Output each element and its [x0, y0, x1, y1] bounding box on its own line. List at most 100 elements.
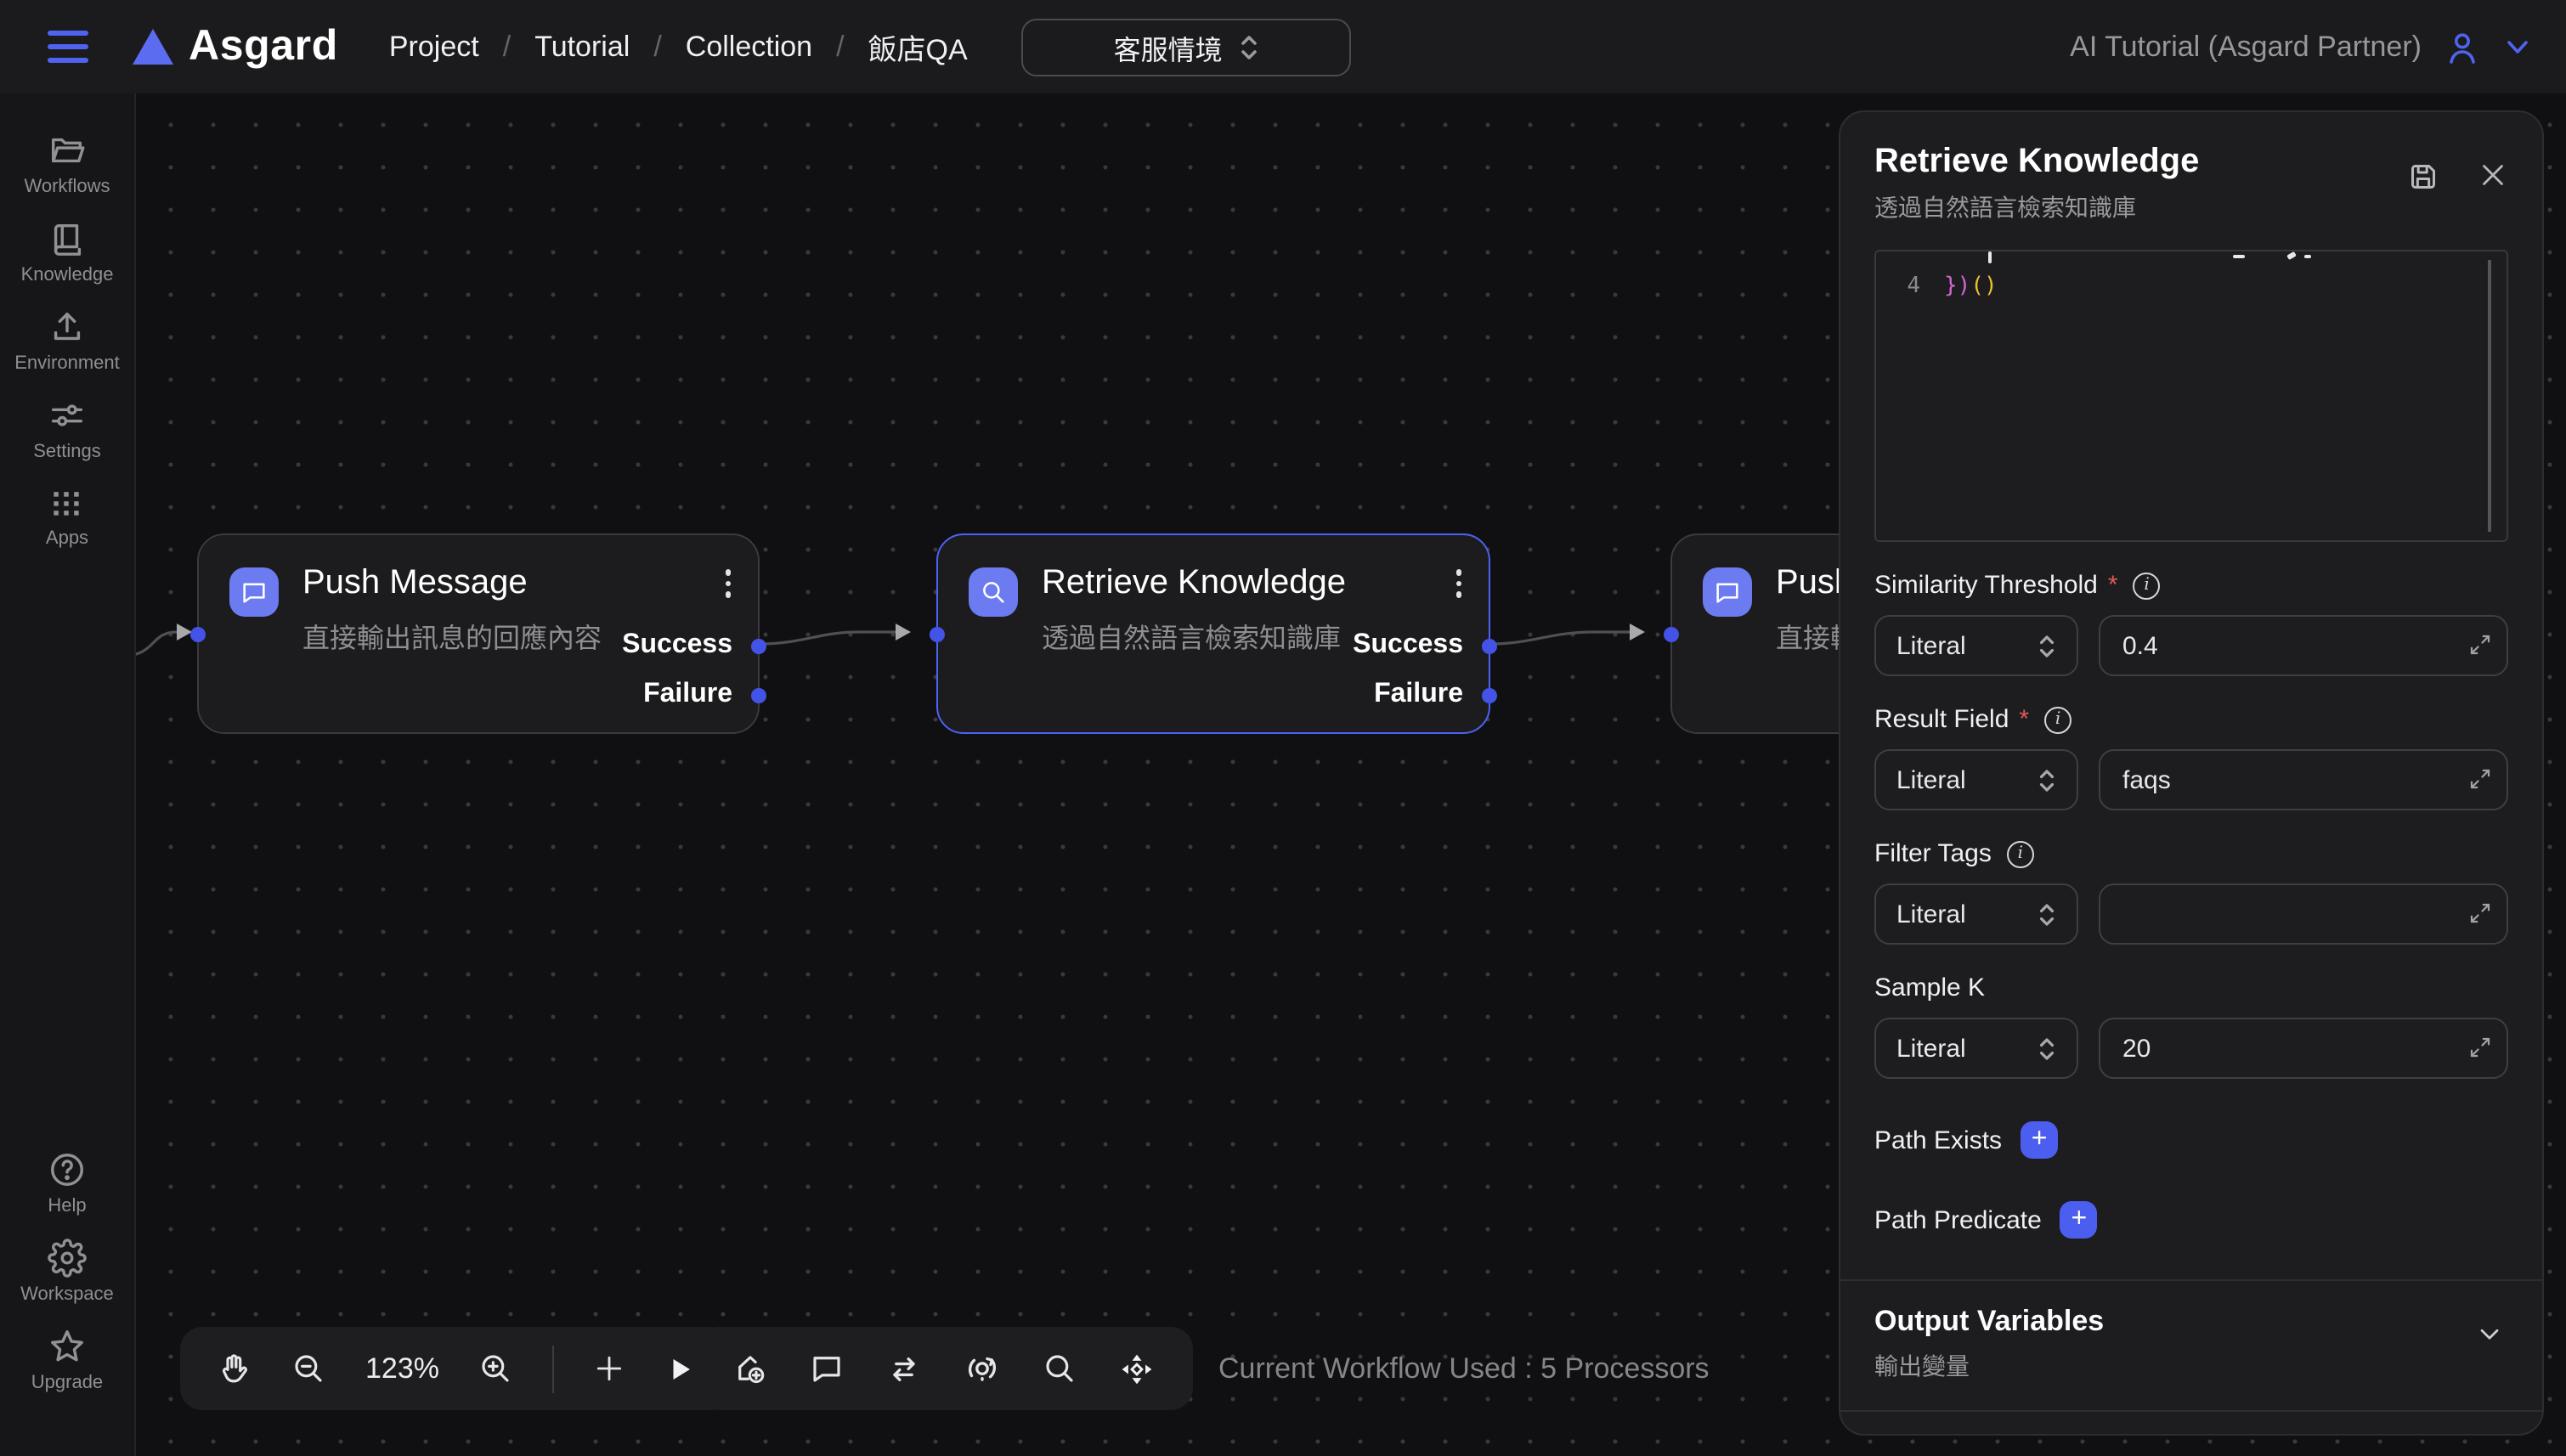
breadcrumb-current: 飯店QA — [868, 25, 968, 68]
sidebar-label: Settings — [33, 442, 101, 462]
info-icon[interactable]: i — [2044, 706, 2071, 733]
mode-select[interactable]: Literal — [1874, 1018, 2078, 1079]
app-root: Asgard Project / Tutorial / Collection /… — [0, 0, 2566, 1456]
add-path-exists-button[interactable]: + — [2021, 1121, 2058, 1159]
edge-arrowhead-icon — [1630, 624, 1645, 641]
help-icon — [48, 1150, 87, 1189]
account-area[interactable]: AI Tutorial (Asgard Partner) — [2070, 26, 2532, 67]
path-predicate-row: Path Predicate + — [1874, 1201, 2508, 1239]
node-subtitle: 直接輸出訊息的回應內容 — [302, 615, 602, 656]
mode-select[interactable]: Literal — [1874, 883, 2078, 945]
grid-icon — [48, 484, 86, 522]
sidebar-label: Environment — [14, 353, 120, 374]
sidebar-item-environment[interactable]: Environment — [14, 308, 120, 374]
fit-view-move-icon[interactable] — [1118, 1350, 1156, 1387]
breadcrumb-project[interactable]: Project — [389, 30, 479, 64]
next-step-section: Next Step 新增或選擇下一個節點 — [1874, 1412, 2508, 1436]
sidebar-item-settings[interactable]: Settings — [33, 396, 101, 462]
node-menu-kebab-icon[interactable] — [1455, 569, 1461, 597]
result-field-input[interactable] — [2099, 749, 2508, 810]
environment-select[interactable]: 客服情境 — [1022, 18, 1352, 76]
field-label: Filter Tags — [1874, 839, 1992, 868]
expand-icon[interactable] — [2467, 900, 2493, 926]
search-icon — [969, 567, 1018, 617]
input-port[interactable] — [190, 626, 206, 641]
add-icon[interactable] — [594, 1352, 626, 1385]
node-push-message[interactable]: Push Message 直接輸出訊息的回應內容 Success Failure — [197, 533, 760, 734]
node-menu-kebab-icon[interactable] — [725, 569, 731, 597]
output-label-failure: Failure — [643, 680, 732, 710]
zoom-level: 123% — [365, 1352, 439, 1385]
similarity-threshold-input[interactable] — [2099, 615, 2508, 676]
field-filter-tags: Filter Tags i Literal — [1874, 839, 2508, 945]
info-icon[interactable]: i — [2007, 840, 2034, 867]
pan-hand-icon[interactable] — [216, 1351, 252, 1386]
node-title: Retrieve Knowledge — [1042, 564, 1346, 603]
swap-arrows-icon[interactable] — [885, 1350, 923, 1387]
input-port[interactable] — [1664, 626, 1679, 641]
chevron-down-icon[interactable] — [2474, 1318, 2505, 1349]
add-path-predicate-button[interactable]: + — [2060, 1201, 2098, 1239]
path-exists-row: Path Exists + — [1874, 1121, 2508, 1159]
required-asterisk: * — [2108, 571, 2118, 600]
expand-icon[interactable] — [2467, 632, 2493, 657]
output-variables-title: Output Variables — [1874, 1305, 2508, 1339]
environment-select-value: 客服情境 — [1114, 26, 1223, 67]
path-exists-label: Path Exists — [1874, 1126, 2002, 1154]
hamburger-menu-icon[interactable] — [48, 31, 88, 63]
gear-icon — [48, 1239, 87, 1278]
sidebar-item-knowledge[interactable]: Knowledge — [21, 219, 114, 285]
input-port[interactable] — [930, 626, 945, 641]
idea-refresh-icon[interactable] — [964, 1350, 1001, 1387]
mode-select-value: Literal — [1896, 631, 1966, 660]
sidebar-item-upgrade[interactable]: Upgrade — [31, 1327, 103, 1393]
output-port-success[interactable] — [751, 638, 766, 653]
breadcrumb-collection[interactable]: Collection — [686, 30, 812, 64]
mode-select[interactable]: Literal — [1874, 749, 2078, 810]
sidebar-item-workspace[interactable]: Workspace — [20, 1239, 114, 1305]
user-icon[interactable] — [2442, 26, 2483, 67]
star-icon — [48, 1327, 87, 1366]
field-label: Sample K — [1874, 973, 1985, 1002]
field-result-field: Result Field * i Literal — [1874, 705, 2508, 810]
zoom-out-icon[interactable] — [291, 1351, 326, 1386]
comment-bubble-icon[interactable] — [809, 1351, 845, 1386]
code-editor[interactable]: 4 })() — [1874, 250, 2508, 542]
info-icon[interactable]: i — [2134, 572, 2161, 599]
mode-select[interactable]: Literal — [1874, 615, 2078, 676]
select-updown-icon — [1240, 33, 1260, 60]
chevron-down-icon[interactable] — [2503, 32, 2532, 61]
node-retrieve-knowledge[interactable]: Retrieve Knowledge 透過自然語言檢索知識庫 Success F… — [936, 533, 1490, 734]
code-token: }) — [1944, 274, 1970, 299]
sidebar-item-help[interactable]: Help — [48, 1150, 87, 1216]
output-port-success[interactable] — [1482, 638, 1497, 653]
sample-k-input[interactable] — [2099, 1018, 2508, 1079]
sidebar-item-apps[interactable]: Apps — [46, 484, 88, 549]
field-label: Similarity Threshold — [1874, 571, 2098, 600]
add-node-icon[interactable] — [732, 1351, 768, 1386]
zoom-in-icon[interactable] — [478, 1351, 514, 1386]
run-play-icon[interactable] — [665, 1353, 696, 1384]
expand-icon[interactable] — [2467, 766, 2493, 792]
brand-name: Asgard — [189, 22, 338, 71]
workflow-usage-status: Current Workflow Used : 5 Processors — [1218, 1352, 1710, 1386]
node-config-panel: Retrieve Knowledge 透過自然語言檢索知識庫 4 })() — [1839, 110, 2544, 1436]
expand-icon[interactable] — [2467, 1035, 2493, 1060]
search-icon[interactable] — [1042, 1351, 1077, 1386]
close-icon[interactable] — [2478, 160, 2508, 194]
toolbar-divider — [553, 1345, 555, 1392]
sidebar-item-workflows[interactable]: Workflows — [24, 131, 110, 197]
line-number: 4 — [1876, 272, 1944, 302]
code-scrollbar[interactable] — [2488, 260, 2491, 532]
output-port-failure[interactable] — [1482, 687, 1497, 703]
required-asterisk: * — [2019, 705, 2029, 734]
node-header: Retrieve Knowledge 透過自然語言檢索知識庫 — [969, 564, 1346, 656]
folder-icon — [48, 131, 87, 170]
output-port-failure[interactable] — [751, 687, 766, 703]
account-label: AI Tutorial (Asgard Partner) — [2070, 30, 2422, 64]
breadcrumb-tutorial[interactable]: Tutorial — [534, 30, 630, 64]
save-icon[interactable] — [2406, 160, 2440, 194]
filter-tags-input[interactable] — [2099, 883, 2508, 945]
node-tools-toolbar — [695, 1327, 1193, 1410]
output-variables-section[interactable]: Output Variables 輸出變量 — [1874, 1281, 2508, 1386]
